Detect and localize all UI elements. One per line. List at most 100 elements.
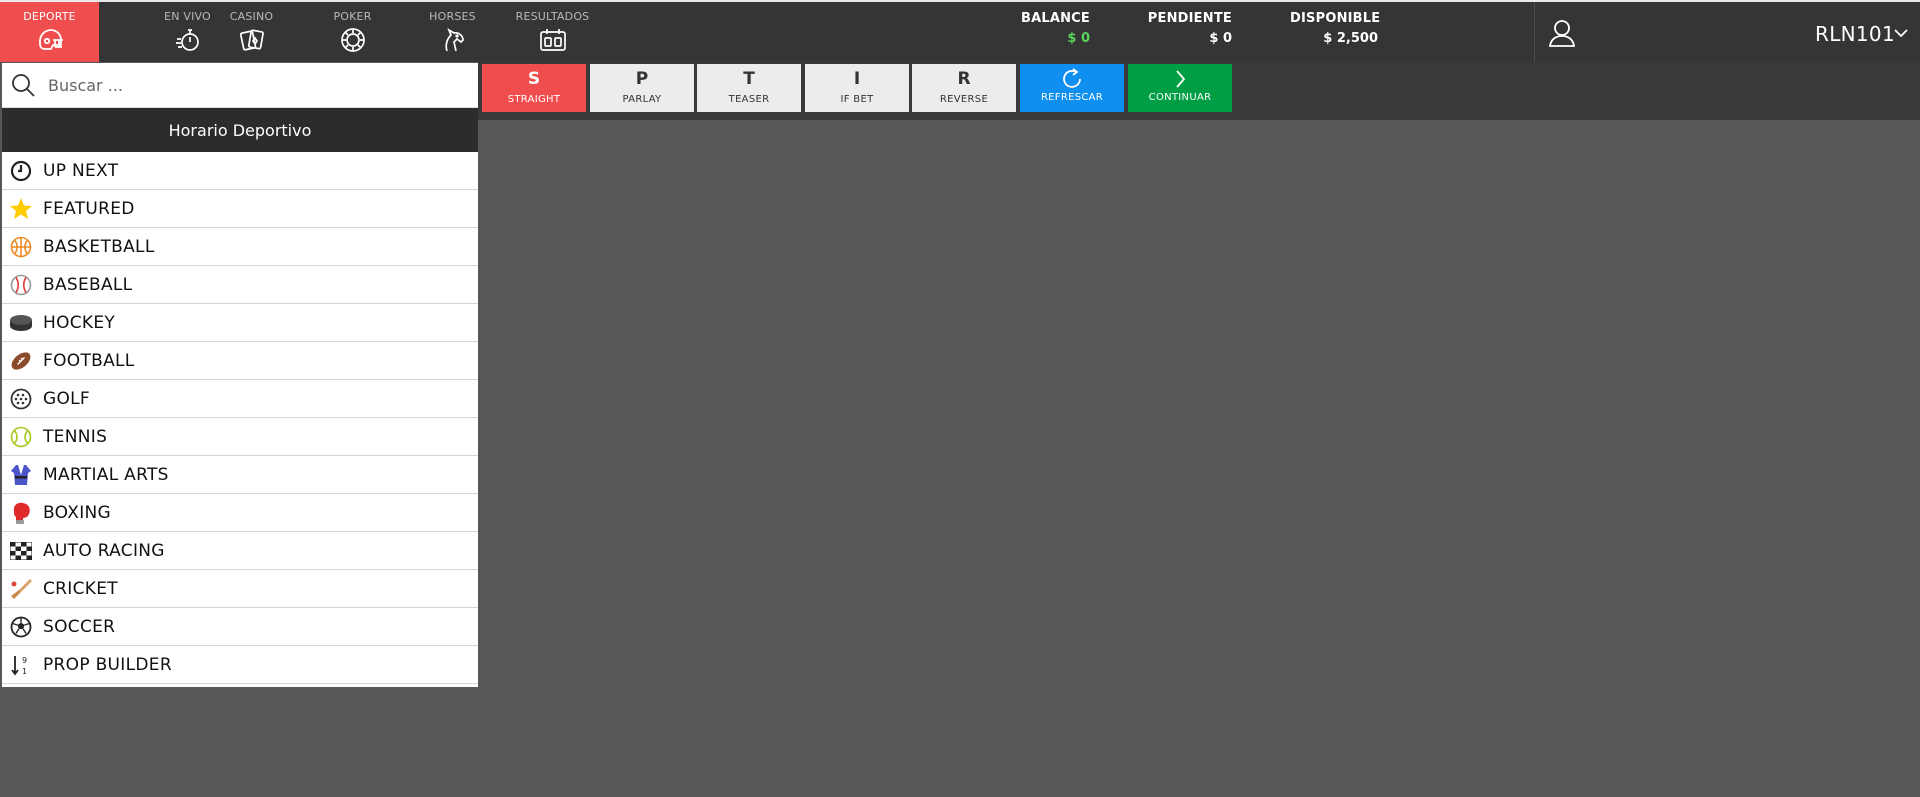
refresh-icon bbox=[1063, 68, 1081, 88]
sport-label: TENNIS bbox=[43, 426, 108, 447]
username[interactable]: RLN101 bbox=[1815, 22, 1895, 46]
hockey-puck-icon bbox=[9, 311, 33, 335]
nav-horses-label: HORSES bbox=[429, 10, 476, 23]
sport-label: FEATURED bbox=[43, 198, 135, 219]
scoreboard-icon bbox=[538, 26, 568, 54]
sport-item-football[interactable]: FOOTBALL bbox=[2, 342, 478, 380]
bet-type-teaser[interactable]: T TEASER bbox=[697, 64, 801, 112]
search-icon bbox=[12, 74, 35, 97]
bet-type-letter: P bbox=[635, 69, 649, 89]
bet-type-straight[interactable]: S STRAIGHT bbox=[482, 64, 586, 112]
chevron-down-icon[interactable] bbox=[1893, 27, 1909, 39]
poker-chip-icon bbox=[338, 26, 368, 54]
sport-label: FOOTBALL bbox=[43, 350, 135, 371]
sport-item-hockey[interactable]: HOCKEY bbox=[2, 304, 478, 342]
bet-type-toolbar: S STRAIGHT P PARLAY T TEASER I IF BET R … bbox=[478, 62, 1920, 120]
sports-sidebar: Horario Deportivo UP NEXT FEATURED bbox=[2, 63, 478, 687]
soccer-ball-icon bbox=[9, 615, 33, 639]
top-navigation-bar: DEPORTE EN VIVO CASINO POKER HORSES RESU… bbox=[0, 0, 1920, 62]
nav-casino[interactable]: CASINO bbox=[202, 2, 301, 62]
sport-item-baseball[interactable]: BASEBALL bbox=[2, 266, 478, 304]
sport-item-boxing[interactable]: BOXING bbox=[2, 494, 478, 532]
sport-item-tennis[interactable]: TENNIS bbox=[2, 418, 478, 456]
sport-label: SOCCER bbox=[43, 616, 116, 637]
schedule-title: Horario Deportivo bbox=[168, 120, 312, 140]
header-divider bbox=[1534, 2, 1535, 62]
sports-list: UP NEXT FEATURED BASKETBALL BASEBALL HOC… bbox=[2, 152, 478, 684]
pending-label: PENDIENTE bbox=[1147, 11, 1232, 26]
sport-label: BOXING bbox=[43, 502, 112, 523]
bet-type-letter: R bbox=[957, 69, 971, 89]
football-icon bbox=[9, 349, 33, 373]
star-icon bbox=[9, 197, 33, 221]
helmet-icon bbox=[35, 26, 65, 54]
cards-icon bbox=[237, 26, 267, 54]
svg-text:1: 1 bbox=[22, 667, 27, 676]
bet-type-label: TEASER bbox=[728, 94, 770, 105]
baseball-icon bbox=[9, 273, 33, 297]
stopwatch-icon bbox=[173, 26, 203, 54]
sport-label: AUTO RACING bbox=[43, 540, 165, 561]
bet-type-label: REVERSE bbox=[939, 94, 989, 105]
refresh-button[interactable]: REFRESCAR bbox=[1020, 64, 1124, 112]
balance-value: $ 0 bbox=[1067, 31, 1090, 46]
nav-poker[interactable]: POKER bbox=[303, 2, 402, 62]
refresh-label: REFRESCAR bbox=[1040, 92, 1104, 103]
cricket-bat-icon bbox=[9, 577, 33, 601]
available-value: $ 2,500 bbox=[1323, 31, 1378, 46]
nav-resultados[interactable]: RESULTADOS bbox=[503, 2, 602, 62]
tennis-ball-icon bbox=[9, 425, 33, 449]
sport-item-golf[interactable]: GOLF bbox=[2, 380, 478, 418]
bet-type-label: STRAIGHT bbox=[507, 94, 561, 105]
horse-icon bbox=[438, 26, 468, 54]
available-label: DISPONIBLE bbox=[1290, 11, 1381, 26]
nav-deporte-label: DEPORTE bbox=[23, 10, 76, 23]
boxing-glove-icon bbox=[9, 501, 33, 525]
chevron-right-icon bbox=[1176, 70, 1186, 88]
sport-label: CRICKET bbox=[43, 578, 118, 599]
sport-label: UP NEXT bbox=[43, 160, 119, 181]
nav-poker-label: POKER bbox=[333, 10, 372, 23]
available-block: DISPONIBLE $ 2,500 bbox=[1290, 11, 1381, 46]
continue-button[interactable]: CONTINUAR bbox=[1128, 64, 1232, 112]
sport-item-prop-builder[interactable]: 9 1 PROP BUILDER bbox=[2, 646, 478, 684]
pending-value: $ 0 bbox=[1209, 31, 1232, 46]
sport-item-basketball[interactable]: BASKETBALL bbox=[2, 228, 478, 266]
sport-item-martial-arts[interactable]: MARTIAL ARTS bbox=[2, 456, 478, 494]
sport-label: BASEBALL bbox=[43, 274, 133, 295]
martial-arts-icon bbox=[9, 463, 33, 487]
sport-label: HOCKEY bbox=[43, 312, 116, 333]
nav-casino-label: CASINO bbox=[229, 10, 274, 23]
sport-item-cricket[interactable]: CRICKET bbox=[2, 570, 478, 608]
sport-item-soccer[interactable]: SOCCER bbox=[2, 608, 478, 646]
bet-type-label: IF BET bbox=[840, 94, 874, 105]
bet-type-reverse[interactable]: R REVERSE bbox=[912, 64, 1016, 112]
svg-text:9: 9 bbox=[22, 656, 27, 665]
balance-block: BALANCE $ 0 bbox=[1010, 11, 1090, 46]
sport-item-up-next[interactable]: UP NEXT bbox=[2, 152, 478, 190]
bet-type-letter: I bbox=[853, 69, 861, 89]
bet-type-if-bet[interactable]: I IF BET bbox=[805, 64, 909, 112]
pending-block: PENDIENTE $ 0 bbox=[1140, 11, 1232, 46]
balance-label: BALANCE bbox=[1020, 11, 1090, 26]
sport-label: PROP BUILDER bbox=[43, 654, 172, 675]
sport-label: GOLF bbox=[43, 388, 91, 409]
search-input[interactable] bbox=[48, 75, 448, 95]
bet-type-letter: T bbox=[743, 69, 755, 89]
clock-icon bbox=[9, 159, 33, 183]
bet-type-parlay[interactable]: P PARLAY bbox=[590, 64, 694, 112]
sport-label: BASKETBALL bbox=[43, 236, 155, 257]
nav-horses[interactable]: HORSES bbox=[403, 2, 502, 62]
sport-item-auto-racing[interactable]: AUTO RACING bbox=[2, 532, 478, 570]
nav-resultados-label: RESULTADOS bbox=[515, 10, 590, 23]
user-icon[interactable] bbox=[1548, 18, 1576, 48]
sport-item-featured[interactable]: FEATURED bbox=[2, 190, 478, 228]
schedule-header: Horario Deportivo bbox=[2, 108, 478, 152]
basketball-icon bbox=[9, 235, 33, 259]
search-bar bbox=[2, 63, 478, 108]
nav-deporte[interactable]: DEPORTE bbox=[0, 2, 99, 62]
continue-label: CONTINUAR bbox=[1148, 92, 1212, 103]
sport-label: MARTIAL ARTS bbox=[43, 464, 169, 485]
bet-type-label: PARLAY bbox=[622, 94, 662, 105]
bet-type-letter: S bbox=[527, 69, 541, 89]
